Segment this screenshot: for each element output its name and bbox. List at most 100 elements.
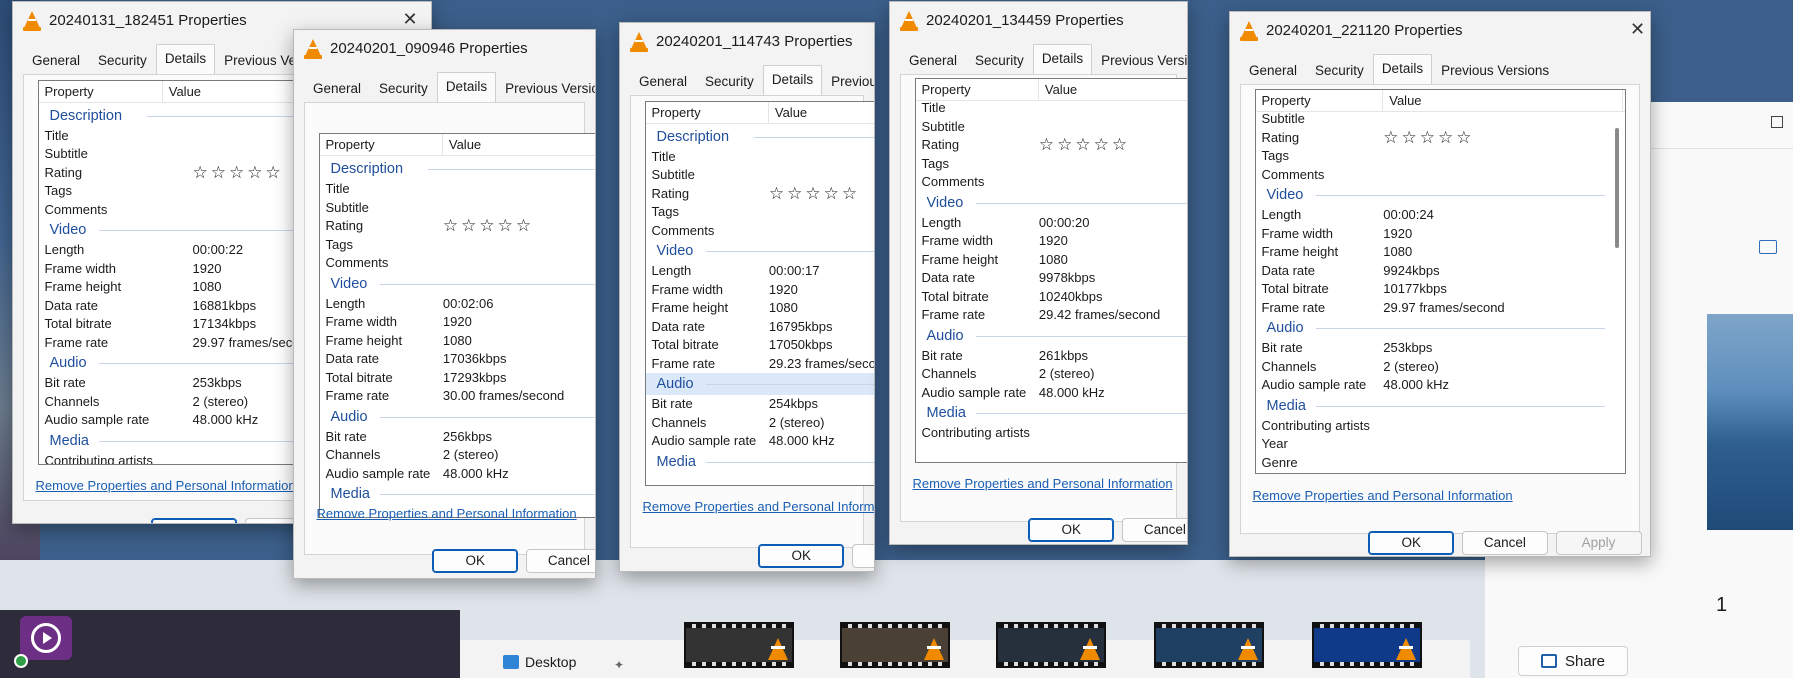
column-header-property[interactable]: Property xyxy=(646,101,769,124)
list-scrollbar[interactable] xyxy=(1614,128,1619,248)
property-row[interactable]: Tags xyxy=(320,236,595,255)
cancel-button[interactable]: Cancel xyxy=(851,543,874,568)
property-row[interactable]: Subtitle xyxy=(320,199,595,218)
property-row[interactable]: Bit rate 261kbps xyxy=(916,347,1188,366)
property-row[interactable]: Length 00:00:17 xyxy=(646,262,874,281)
tab-general[interactable]: General xyxy=(900,46,966,74)
title-bar[interactable]: 20240201_114743 Properties xyxy=(620,23,874,61)
tab-details[interactable]: Details xyxy=(1372,54,1433,84)
tab-general[interactable]: General xyxy=(630,67,696,95)
property-row[interactable]: Length 00:00:24 xyxy=(1256,206,1625,225)
rating-star-icon[interactable]: ☆☆☆☆☆ xyxy=(443,217,534,236)
ok-button[interactable]: OK xyxy=(758,543,845,568)
property-row[interactable]: Rating ☆☆☆☆☆ xyxy=(320,217,595,236)
property-row[interactable]: Frame rate 30.00 frames/second xyxy=(320,387,595,406)
tab-details[interactable]: Details xyxy=(1032,44,1093,74)
tab-general[interactable]: General xyxy=(1240,56,1306,84)
apply-button[interactable]: Apply xyxy=(1555,530,1642,555)
rating-star-icon[interactable]: ☆☆☆☆☆ xyxy=(769,184,860,204)
close-icon[interactable]: ✕ xyxy=(1626,18,1650,42)
tab-security[interactable]: Security xyxy=(696,67,763,95)
column-header-value[interactable]: Value xyxy=(1383,90,1624,112)
property-row[interactable]: Tags xyxy=(916,155,1188,174)
title-bar[interactable]: 20240201_221120 Properties ✕ xyxy=(1230,12,1650,50)
tab-details[interactable]: Details xyxy=(436,72,497,102)
property-row[interactable]: Frame height 1080 xyxy=(916,251,1188,270)
cancel-button[interactable]: Cancel xyxy=(1121,518,1188,543)
property-row[interactable]: Comments xyxy=(646,222,874,241)
property-row[interactable]: Subtitle xyxy=(916,118,1188,137)
property-row[interactable]: Rating ☆☆☆☆☆ xyxy=(1256,128,1625,148)
property-row[interactable]: Data rate 17036kbps xyxy=(320,350,595,369)
property-row[interactable]: Title xyxy=(320,180,595,199)
property-row[interactable]: Frame width 1920 xyxy=(916,232,1188,251)
column-header-property[interactable]: Property xyxy=(916,79,1039,102)
column-header-value[interactable]: Value xyxy=(443,134,595,156)
property-row[interactable]: Data rate 9978kbps xyxy=(916,269,1188,288)
property-list[interactable]: Property Value Description Title Subtitle Rat… xyxy=(318,133,595,519)
tab-details[interactable]: Details xyxy=(762,65,823,95)
property-row[interactable]: Frame height 1080 xyxy=(320,332,595,351)
property-row[interactable]: Data rate 9924kbps xyxy=(1256,262,1625,281)
remove-properties-link[interactable]: Remove Properties and Personal Informati… xyxy=(1253,488,1513,503)
maximize-icon[interactable] xyxy=(1771,116,1783,128)
remove-properties-link[interactable]: Remove Properties and Personal Informati… xyxy=(643,499,874,514)
column-header-property[interactable]: Property xyxy=(1256,90,1384,112)
tab-security[interactable]: Security xyxy=(370,74,437,102)
title-bar[interactable]: 20240201_134459 Properties xyxy=(890,2,1187,40)
property-row[interactable]: Comments xyxy=(1256,166,1625,185)
property-list[interactable]: Property Value Subtitle Rating ☆☆☆☆☆ Tags Comm… xyxy=(1254,89,1626,474)
property-row[interactable]: Frame rate 29.97 frames/second xyxy=(1256,299,1625,318)
rating-star-icon[interactable]: ☆☆☆☆☆ xyxy=(1039,136,1130,155)
property-row[interactable]: Rating ☆☆☆☆☆ xyxy=(916,136,1188,155)
property-row[interactable]: Bit rate 254kbps xyxy=(646,395,874,414)
nav-item-desktop[interactable]: Desktop xyxy=(503,654,576,670)
column-header-value[interactable]: Value xyxy=(769,102,874,124)
property-row[interactable]: Frame height 1080 xyxy=(1256,243,1625,262)
property-row[interactable]: Audio sample rate 48.000 kHz xyxy=(646,432,874,451)
video-thumbnail[interactable] xyxy=(840,622,950,668)
property-row[interactable]: Total bitrate 17293kbps xyxy=(320,369,595,388)
cancel-button[interactable]: Cancel xyxy=(1461,530,1548,555)
property-row[interactable]: Genre xyxy=(1256,454,1625,473)
property-row[interactable]: Channels 2 (stereo) xyxy=(1256,358,1625,377)
tab-previous-versions[interactable]: Previous Versions xyxy=(1432,56,1558,84)
tab-security[interactable]: Security xyxy=(966,46,1033,74)
property-row[interactable]: Frame rate 29.42 frames/second xyxy=(916,306,1188,325)
tab-previous-versions[interactable]: Previous Versions xyxy=(1092,46,1187,74)
remove-properties-link[interactable]: Remove Properties and Personal Informati… xyxy=(36,478,296,493)
property-row[interactable]: Length 00:00:20 xyxy=(916,214,1188,233)
details-pane-icon[interactable] xyxy=(1759,240,1777,254)
ok-button[interactable]: OK xyxy=(1028,518,1115,543)
column-header-value[interactable]: Value xyxy=(1039,79,1187,101)
property-row[interactable]: Title xyxy=(916,99,1188,118)
property-row[interactable]: Frame rate 29.23 frames/second xyxy=(646,355,874,374)
pin-icon[interactable]: ✦ xyxy=(614,658,624,672)
ok-button[interactable]: OK xyxy=(432,548,519,573)
property-row[interactable]: Tags xyxy=(1256,147,1625,166)
property-list[interactable]: Property Value Title Subtitle Rating ☆☆☆☆☆ Tag… xyxy=(914,78,1188,464)
vlc-taskbar-icon[interactable] xyxy=(20,616,72,660)
property-row[interactable]: Subtitle xyxy=(1256,110,1625,129)
column-header-property[interactable]: Property xyxy=(39,80,163,103)
property-row[interactable]: Length 00:02:06 xyxy=(320,295,595,314)
property-row[interactable]: Subtitle xyxy=(646,166,874,185)
property-row[interactable]: Channels 2 (stereo) xyxy=(646,414,874,433)
property-row[interactable]: Frame width 1920 xyxy=(320,313,595,332)
video-thumbnail[interactable] xyxy=(1154,622,1264,668)
property-row[interactable]: Total bitrate 10240kbps xyxy=(916,288,1188,307)
ok-button[interactable]: OK xyxy=(151,518,238,524)
cancel-button[interactable]: Cancel xyxy=(525,548,595,573)
property-row[interactable]: Audio sample rate 48.000 kHz xyxy=(1256,376,1625,395)
video-thumbnail[interactable] xyxy=(684,622,794,668)
video-thumbnail[interactable] xyxy=(996,622,1106,668)
property-row[interactable]: Contributing artists xyxy=(916,424,1188,443)
property-row[interactable]: Bit rate 256kbps xyxy=(320,428,595,447)
property-row[interactable]: Contributing artists xyxy=(1256,417,1625,436)
property-row[interactable]: Year xyxy=(1256,435,1625,454)
tab-general[interactable]: General xyxy=(23,46,89,74)
tab-security[interactable]: Security xyxy=(1306,56,1373,84)
property-row[interactable]: Comments xyxy=(916,173,1188,192)
tab-general[interactable]: General xyxy=(304,74,370,102)
tab-security[interactable]: Security xyxy=(89,46,156,74)
